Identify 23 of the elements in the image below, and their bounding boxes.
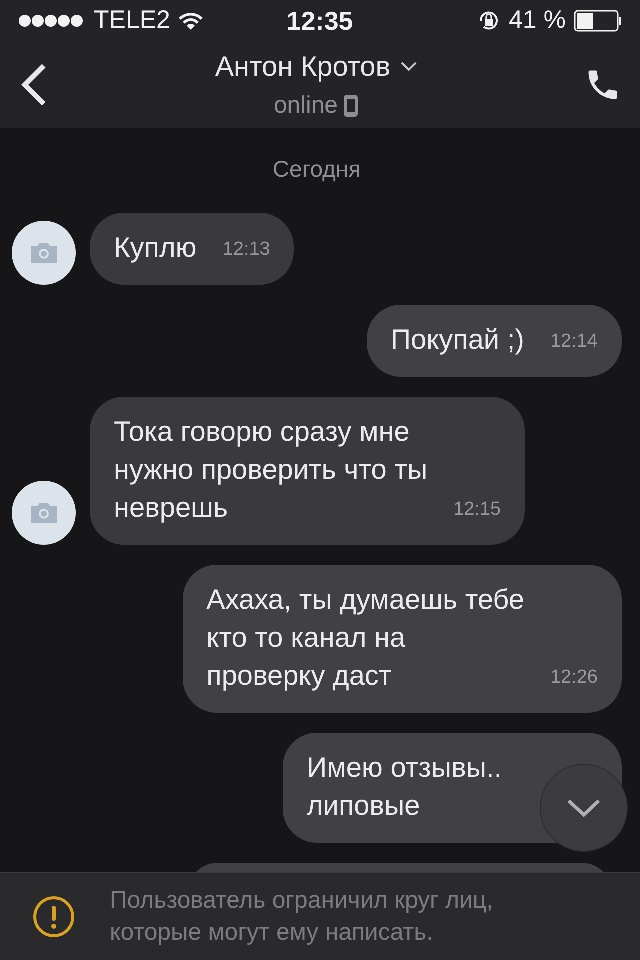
message-text: Покупай ;) — [390, 322, 524, 357]
online-status: online — [274, 91, 338, 121]
warning-icon — [32, 894, 76, 938]
message-time: 12:13 — [222, 238, 270, 262]
battery-icon — [574, 10, 622, 32]
date-label: Сегодня — [272, 155, 362, 184]
message-text: Куплю — [114, 230, 197, 265]
signal-icon — [18, 14, 86, 28]
chevron-down-icon — [566, 798, 602, 818]
chevron-down-icon — [400, 62, 417, 72]
message-time: 12:15 — [454, 498, 502, 522]
carrier-name: TELE2 — [94, 5, 170, 36]
notice-text: Пользователь ограничил круг лиц, которые могут ему написать. — [110, 886, 494, 948]
battery-percent: 41 % — [509, 5, 566, 36]
message-time: 12:26 — [550, 666, 598, 690]
message-text: Тока говорю сразу мне нужно проверить что ты неврешь — [114, 414, 428, 525]
wifi-icon — [178, 11, 204, 31]
phone-device-icon — [344, 95, 358, 117]
message-text: Ахаха, ты думаешь тебе кто то канал на проверку даст — [206, 582, 524, 693]
contact-name: Антон Кротов — [215, 50, 391, 84]
clock: 12:35 — [286, 4, 354, 38]
message-text: Имею отзывы.. липовые — [306, 750, 502, 822]
message-time: 12:14 — [550, 330, 598, 354]
